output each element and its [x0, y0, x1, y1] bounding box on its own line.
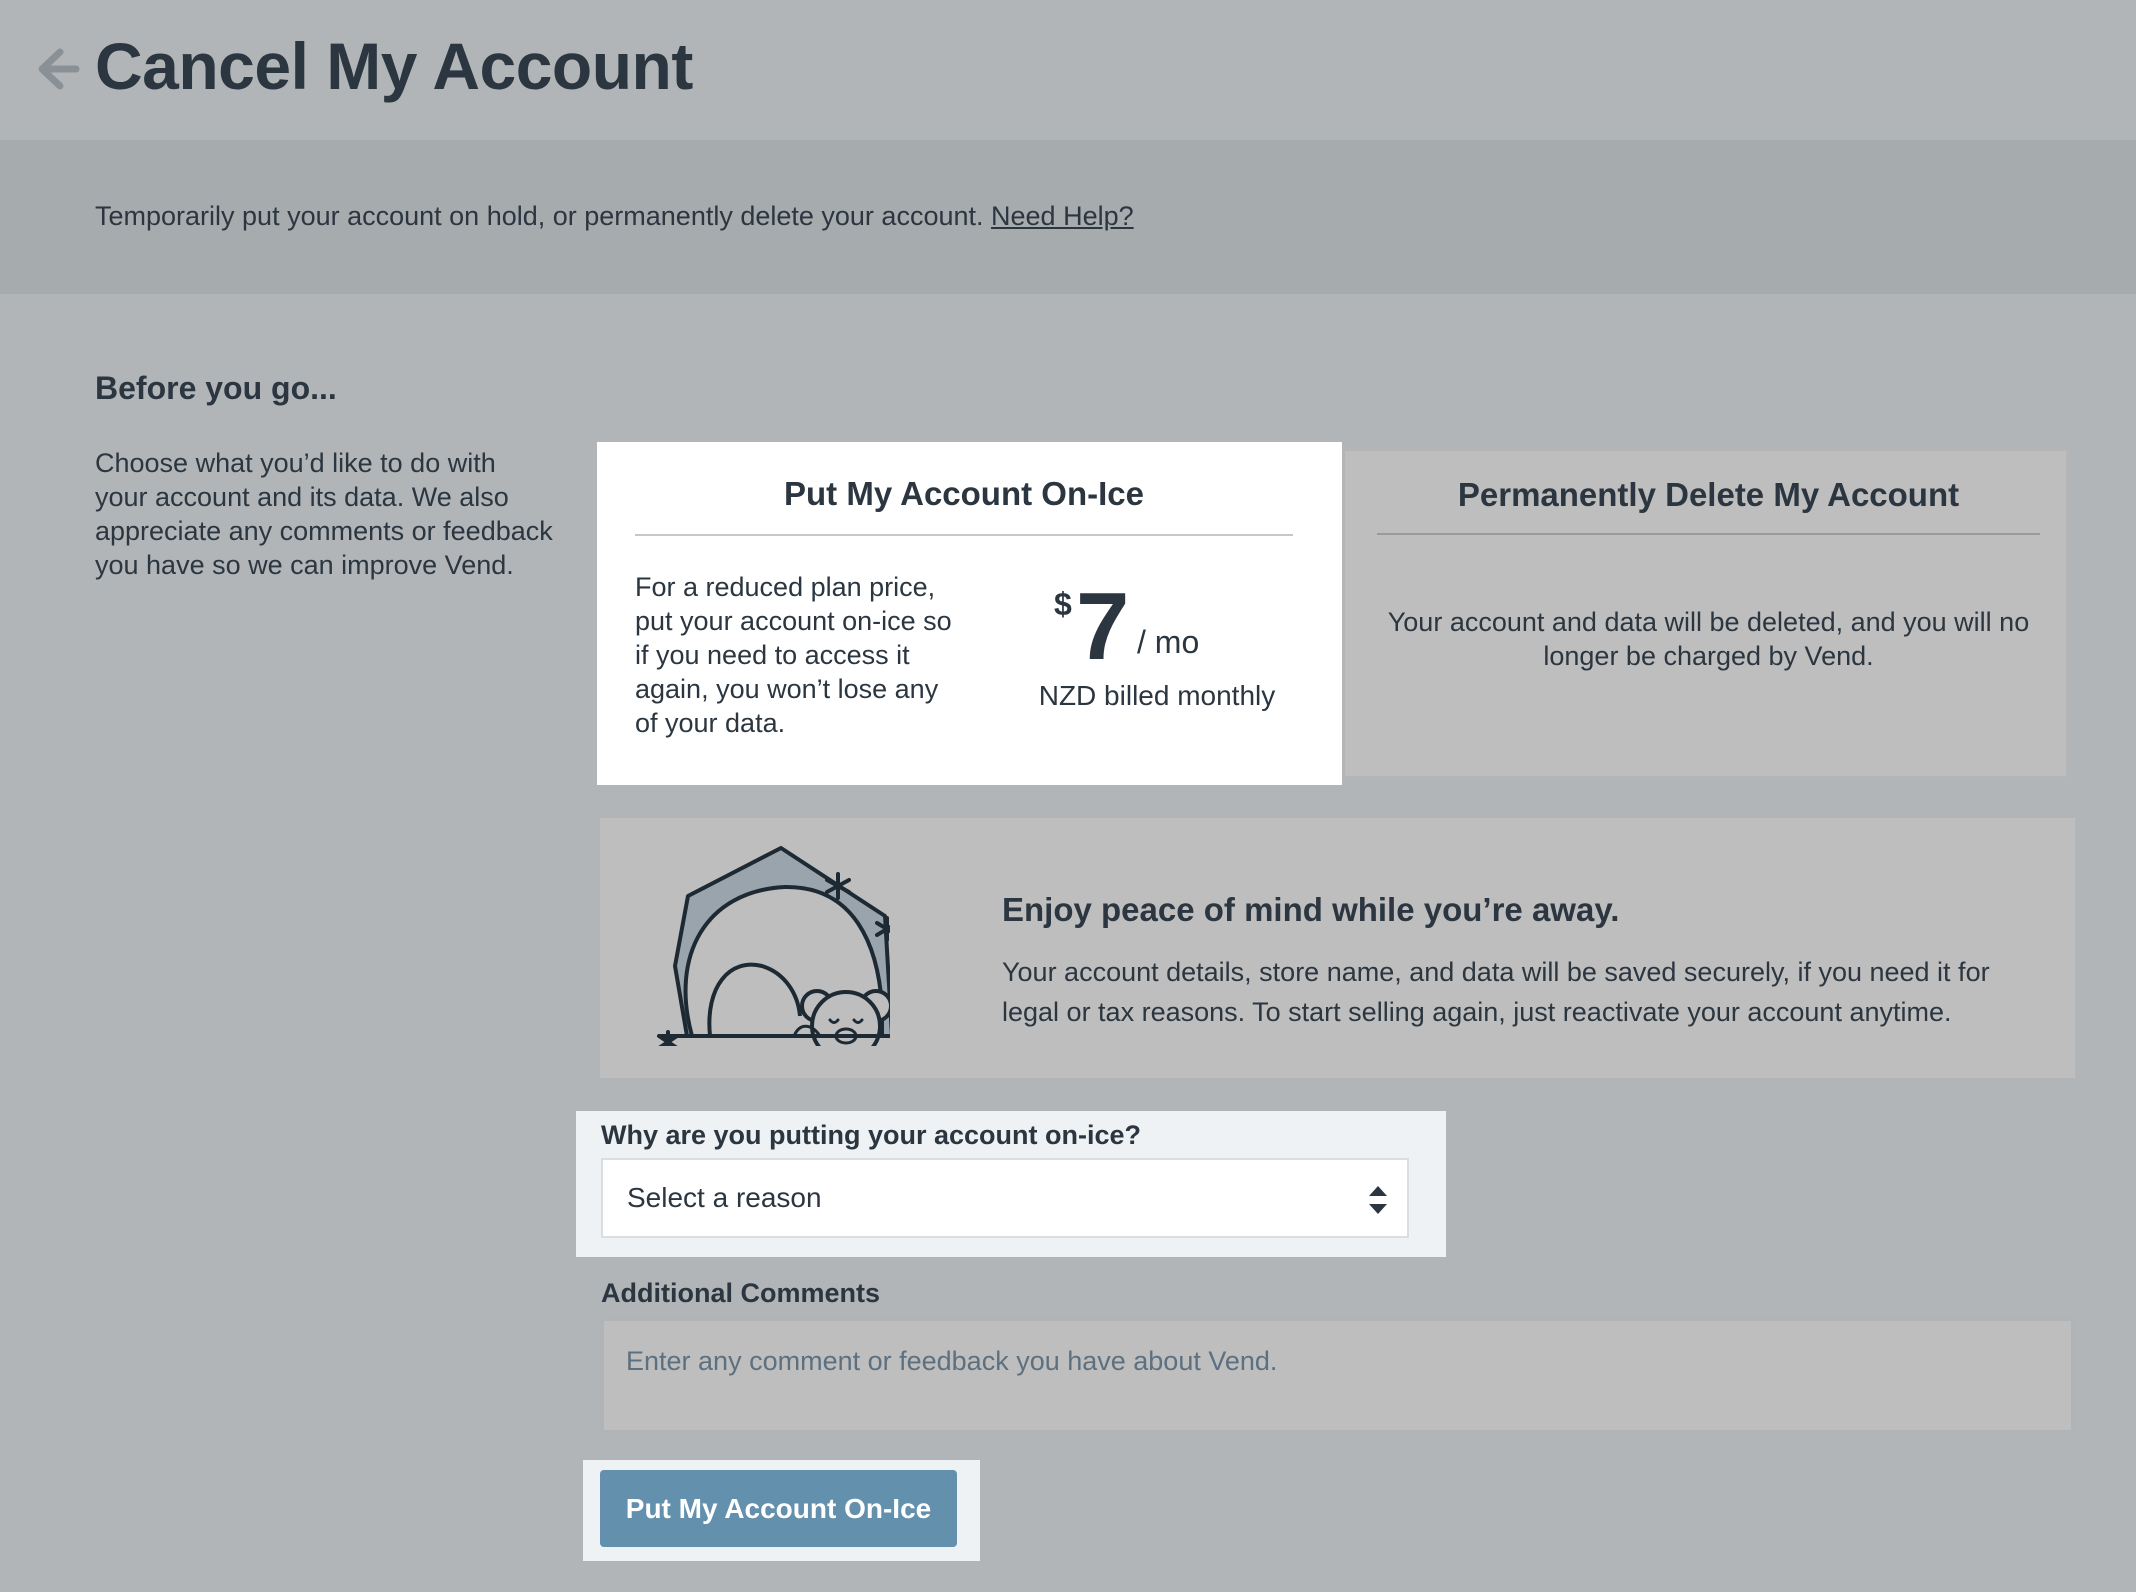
- submit-area: Put My Account On-Ice: [583, 1460, 980, 1561]
- reason-field-group: Why are you putting your account on-ice?…: [576, 1111, 1446, 1257]
- card-divider: [1377, 533, 2040, 535]
- peace-of-mind-panel: Enjoy peace of mind while you’re away. Y…: [600, 818, 2075, 1078]
- price-period: / mo: [1137, 624, 1200, 660]
- info-text-body: Temporarily put your account on hold, or…: [95, 201, 984, 231]
- card-divider: [635, 534, 1293, 536]
- comments-placeholder: Enter any comment or feedback you have a…: [626, 1346, 1278, 1376]
- comments-textarea[interactable]: Enter any comment or feedback you have a…: [601, 1318, 2074, 1433]
- reason-label: Why are you putting your account on-ice?: [601, 1120, 1142, 1150]
- comments-label: Additional Comments: [601, 1278, 881, 1308]
- reason-select-value: Select a reason: [627, 1182, 822, 1213]
- delete-option-card[interactable]: Permanently Delete My Account Your accou…: [1342, 448, 2069, 779]
- delete-card-description: Your account and data will be deleted, a…: [1387, 607, 2030, 671]
- billing-note: NZD billed monthly: [1038, 680, 1276, 711]
- info-text: Temporarily put your account on hold, or…: [95, 198, 1134, 234]
- reason-select[interactable]: Select a reason: [601, 1158, 1409, 1238]
- price-currency: $: [1054, 586, 1072, 622]
- delete-card-title: Permanently Delete My Account: [1457, 476, 1960, 513]
- section-description: Choose what you’d like to do with your a…: [95, 448, 553, 580]
- sleeping-bear-cave-icon: [657, 846, 890, 1046]
- on-ice-option-card[interactable]: Put My Account On-Ice For a reduced plan…: [597, 442, 1342, 785]
- need-help-link[interactable]: Need Help?: [991, 201, 1134, 231]
- put-on-ice-button[interactable]: Put My Account On-Ice: [600, 1470, 957, 1547]
- peace-description: Your account details, store name, and da…: [1002, 957, 1990, 1027]
- select-arrows-icon: [1369, 1186, 1387, 1214]
- arrow-left-icon[interactable]: [36, 44, 80, 94]
- page-header: Cancel My Account: [0, 0, 2136, 140]
- section-title: Before you go...: [95, 370, 337, 406]
- on-ice-card-title: Put My Account On-Ice: [784, 475, 1144, 512]
- price: $ 7 / mo NZD billed monthly: [992, 573, 1302, 722]
- on-ice-card-description: For a reduced plan price, put your accou…: [635, 572, 952, 738]
- price-amount: 7: [1076, 573, 1130, 680]
- peace-title: Enjoy peace of mind while you’re away.: [1002, 891, 1620, 928]
- page-title: Cancel My Account: [95, 29, 693, 103]
